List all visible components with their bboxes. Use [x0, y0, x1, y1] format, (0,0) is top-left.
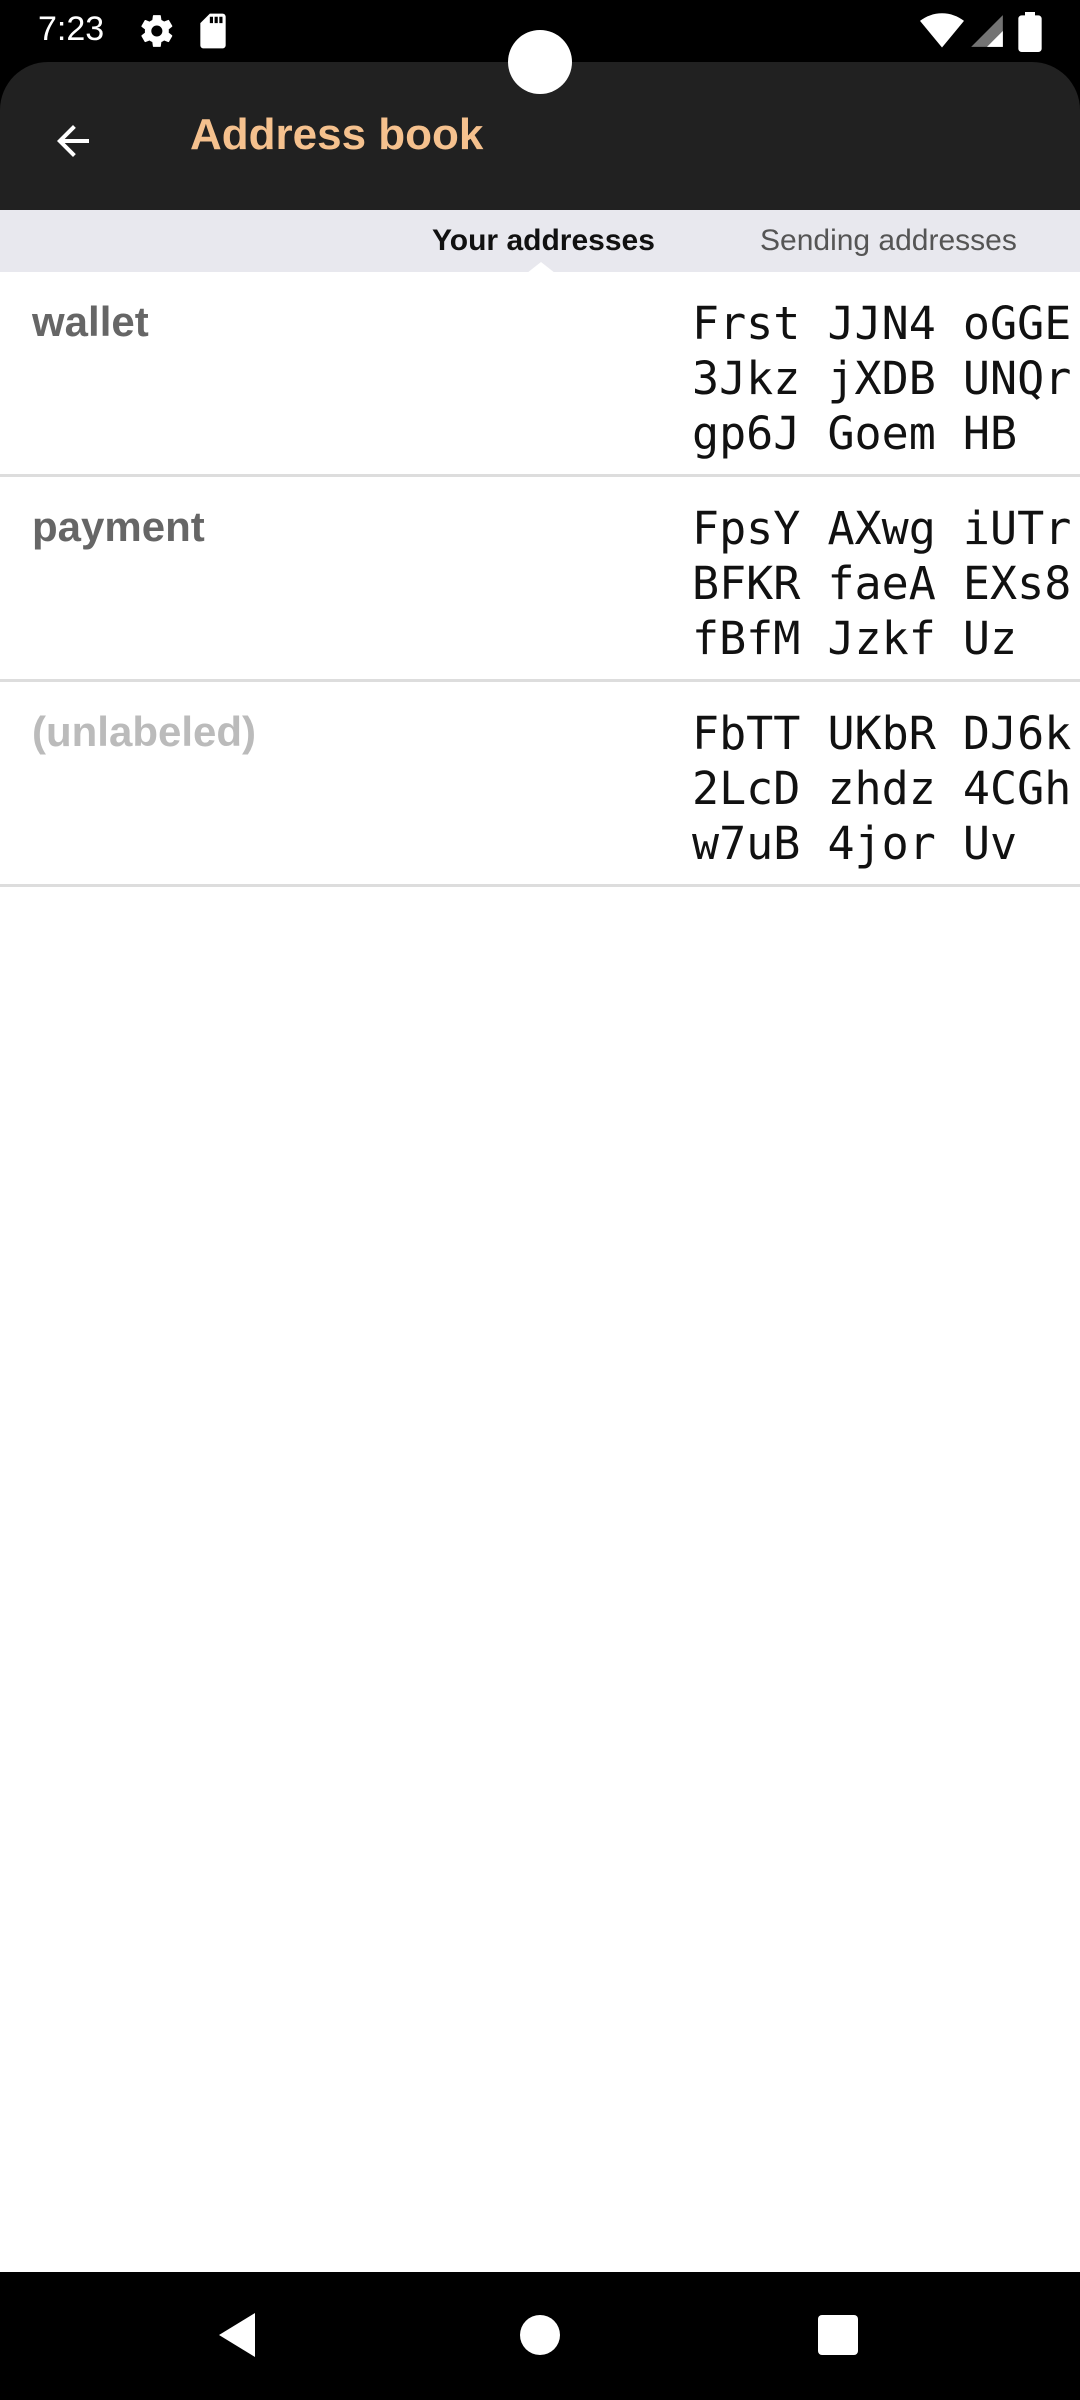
- address-list: wallet Frst JJN4 oGGE 3Jkz jXDB UNQr gp6J …: [0, 272, 1080, 2272]
- page-title: Address book: [190, 110, 484, 159]
- sd-card-icon: [196, 12, 230, 55]
- address-label: wallet: [32, 298, 149, 345]
- battery-icon: [1018, 12, 1042, 57]
- tab-indicator: [527, 262, 555, 273]
- address-value: FbTT UKbR DJ6k 2LcD zhdz 4CGh w7uB 4jor Uv: [692, 707, 1072, 870]
- list-item[interactable]: payment FpsY AXwg iUTr BFKR faeA EXs8 fBfM…: [0, 477, 1080, 682]
- nav-bar: [0, 2272, 1080, 2400]
- list-item[interactable]: wallet Frst JJN4 oGGE 3Jkz jXDB UNQr gp6J …: [0, 272, 1080, 477]
- gear-icon: [138, 12, 176, 55]
- status-time: 7:23: [38, 10, 105, 48]
- screen: 7:23 Address book Your addresses Sending…: [0, 0, 1080, 2400]
- back-button[interactable]: [30, 100, 116, 186]
- tab-sending-addresses[interactable]: Sending addresses: [760, 224, 1017, 258]
- list-item[interactable]: (unlabeled) FbTT UKbR DJ6k 2LcD zhdz 4CGh…: [0, 682, 1080, 887]
- home-circle-icon: [520, 2314, 560, 2360]
- address-value: Frst JJN4 oGGE 3Jkz jXDB UNQr gp6J Goem HB: [692, 297, 1072, 460]
- wifi-icon: [920, 12, 964, 55]
- camera-cutout: [508, 30, 572, 94]
- recents-square-icon: [818, 2314, 858, 2360]
- arrow-left-icon: [49, 117, 97, 170]
- address-value: FpsY AXwg iUTr BFKR faeA EXs8 fBfM Jzkf Uz: [692, 502, 1072, 665]
- tab-your-addresses[interactable]: Your addresses: [432, 224, 655, 258]
- nav-home-button[interactable]: [505, 2302, 575, 2372]
- nav-recents-button[interactable]: [803, 2302, 873, 2372]
- nav-back-button[interactable]: [204, 2302, 274, 2372]
- back-triangle-icon: [219, 2312, 259, 2362]
- address-label: payment: [32, 503, 205, 550]
- signal-icon: [968, 12, 1006, 55]
- address-label: (unlabeled): [32, 708, 257, 755]
